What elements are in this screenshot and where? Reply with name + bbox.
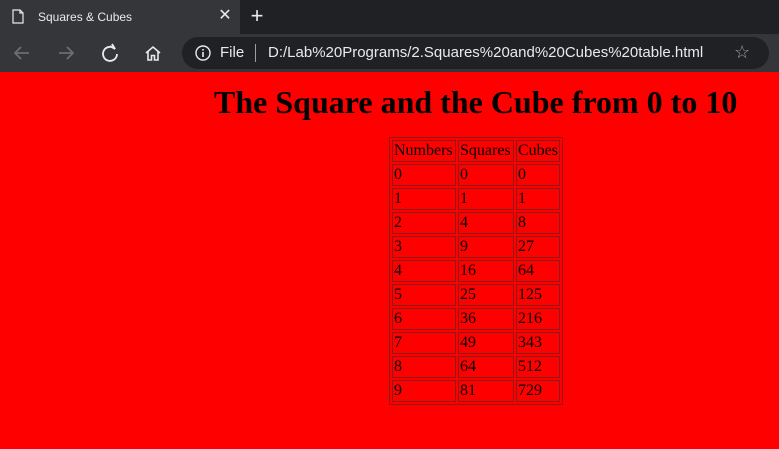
table-row: 9 81 729 [392, 380, 560, 402]
cell-cube: 1 [516, 188, 560, 210]
browser-chrome: Squares & Cubes ✕ + File D:/Lab%20Progra… [0, 0, 779, 72]
cell-cube: 512 [516, 356, 560, 378]
table-row: 4 16 64 [392, 260, 560, 282]
header-cubes: Cubes [516, 140, 560, 162]
table-row: 5 25 125 [392, 284, 560, 306]
reload-icon[interactable] [96, 40, 124, 66]
page-content: The Square and the Cube from 0 to 10 Num… [0, 72, 779, 449]
table-row: 3 9 27 [392, 236, 560, 258]
home-icon[interactable] [139, 40, 167, 66]
cell-cube: 343 [516, 332, 560, 354]
cell-cube: 729 [516, 380, 560, 402]
cell-number: 3 [392, 236, 456, 258]
document-icon [12, 9, 24, 24]
cell-square: 36 [458, 308, 514, 330]
cell-square: 49 [458, 332, 514, 354]
cell-cube: 64 [516, 260, 560, 282]
squares-cubes-table: Numbers Squares Cubes 000 111 248 3 9 27 4… [389, 137, 563, 405]
cell-cube: 27 [516, 236, 560, 258]
cell-number: 0 [392, 164, 456, 186]
cell-square: 9 [458, 236, 514, 258]
cell-number: 4 [392, 260, 456, 282]
cell-number: 7 [392, 332, 456, 354]
close-icon[interactable]: ✕ [216, 6, 234, 26]
cell-square: 64 [458, 356, 514, 378]
heading-text: The Square and the Cube from 0 to 10 [214, 84, 738, 120]
tab-title: Squares & Cubes [38, 10, 133, 24]
back-icon[interactable] [8, 40, 36, 66]
star-icon[interactable]: ☆ [734, 42, 750, 63]
header-numbers: Numbers [392, 140, 456, 162]
cell-cube: 0 [516, 164, 560, 186]
info-icon[interactable] [195, 45, 211, 61]
cell-number: 8 [392, 356, 456, 378]
cell-number: 9 [392, 380, 456, 402]
cell-cube: 125 [516, 284, 560, 306]
scheme-label: File [220, 44, 245, 61]
table-row: 6 36 216 [392, 308, 560, 330]
cell-square: 4 [458, 212, 514, 234]
header-squares: Squares [458, 140, 514, 162]
cell-number: 5 [392, 284, 456, 306]
cell-square: 1 [458, 188, 514, 210]
forward-icon[interactable] [52, 40, 80, 66]
cell-square: 16 [458, 260, 514, 282]
cell-square: 81 [458, 380, 514, 402]
table-header-row: Numbers Squares Cubes [392, 140, 560, 162]
table-row: 248 [392, 212, 560, 234]
cell-number: 2 [392, 212, 456, 234]
tab-strip: Squares & Cubes ✕ + [0, 0, 779, 34]
cell-number: 6 [392, 308, 456, 330]
cell-number: 1 [392, 188, 456, 210]
tab-squares-cubes[interactable]: Squares & Cubes ✕ [0, 0, 240, 34]
cell-cube: 216 [516, 308, 560, 330]
url-text[interactable]: D:/Lab%20Programs/2.Squares%20and%20Cube… [268, 44, 703, 61]
cell-square: 25 [458, 284, 514, 306]
cell-square: 0 [458, 164, 514, 186]
table-row: 8 64 512 [392, 356, 560, 378]
toolbar: File D:/Lab%20Programs/2.Squares%20and%2… [0, 34, 779, 72]
cell-cube: 8 [516, 212, 560, 234]
table-row: 111 [392, 188, 560, 210]
address-bar[interactable]: File D:/Lab%20Programs/2.Squares%20and%2… [182, 37, 769, 69]
table-row: 7 49 343 [392, 332, 560, 354]
divider [255, 44, 256, 62]
table-row: 000 [392, 164, 560, 186]
new-tab-icon[interactable]: + [246, 4, 268, 28]
